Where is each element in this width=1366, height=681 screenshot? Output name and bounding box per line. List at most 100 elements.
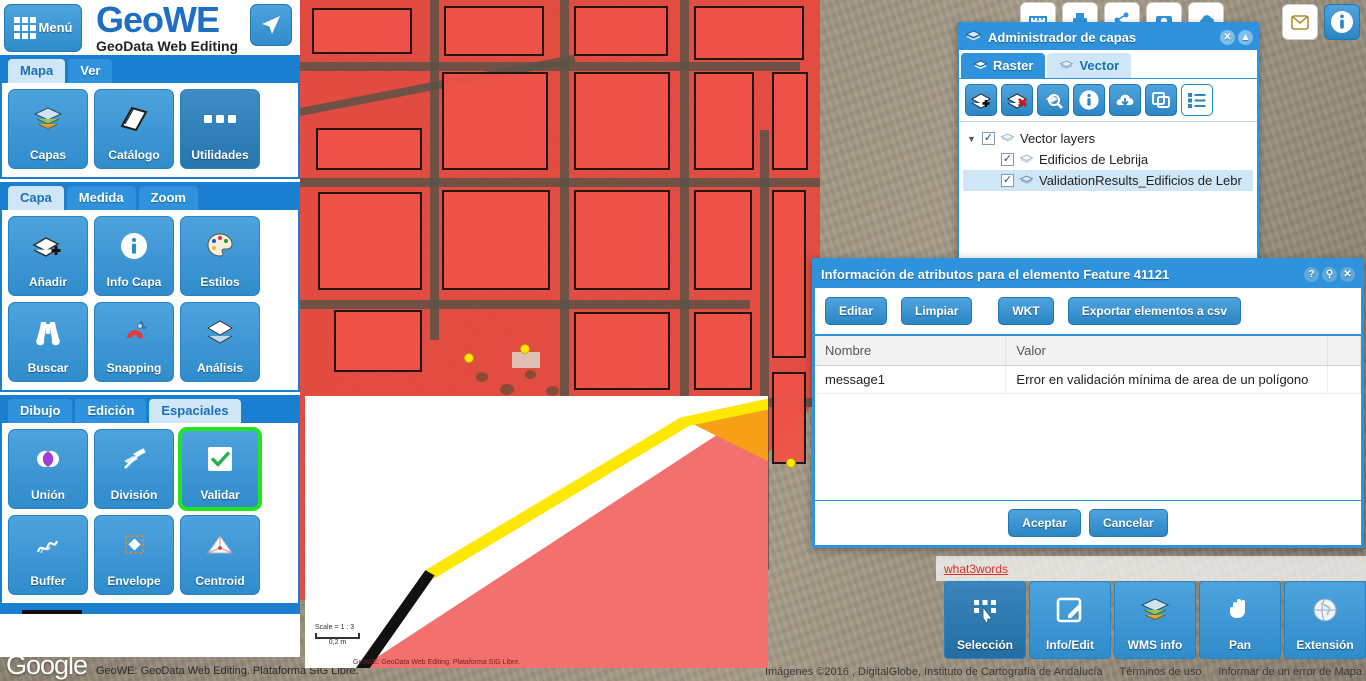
map-parcel: [694, 72, 754, 170]
layer-manager-dialog[interactable]: Administrador de capas ✕ ▲ Raster Vector: [957, 22, 1259, 260]
attribute-info-dialog[interactable]: Información de atributos para el element…: [812, 258, 1364, 548]
layer-manager-tabs[interactable]: Raster Vector: [959, 50, 1257, 79]
map-mode-toolbar: Selección Info/Edit WMS info Pan Extensi…: [944, 581, 1366, 659]
tabs-spatial-group[interactable]: Dibujo Edición Espaciales: [0, 395, 300, 423]
edit-square-icon: [1054, 582, 1086, 638]
button-buscar[interactable]: Buscar: [8, 302, 88, 382]
layer-tree[interactable]: ▼ ✓ Vector layers ✓ Edificios de Lebrija…: [959, 122, 1257, 258]
close-icon[interactable]: ✕: [1220, 30, 1235, 45]
tab-zoom[interactable]: Zoom: [139, 186, 198, 210]
edit-button[interactable]: Editar: [825, 297, 887, 325]
attribute-dialog-toolbar: Editar Limpiar WKT Exportar elementos a …: [815, 288, 1361, 336]
button-estilos[interactable]: Estilos: [180, 216, 260, 296]
layer-manager-toolbar[interactable]: [959, 79, 1257, 122]
wkt-button[interactable]: WKT: [998, 297, 1053, 325]
button-analisis-label: Análisis: [197, 361, 243, 375]
tab-vector[interactable]: Vector: [1047, 53, 1131, 78]
layer-manager-window-controls[interactable]: ✕ ▲: [1220, 30, 1253, 45]
button-estilos-label: Estilos: [200, 275, 239, 289]
help-icon[interactable]: ?: [1304, 267, 1319, 282]
clear-button[interactable]: Limpiar: [901, 297, 972, 325]
cancel-button[interactable]: Cancelar: [1089, 509, 1168, 537]
layer-checkbox[interactable]: ✓: [1001, 153, 1014, 166]
button-validar[interactable]: Validar: [180, 429, 260, 509]
close-icon[interactable]: ✕: [1340, 267, 1355, 282]
map-parcel: [444, 6, 544, 56]
tool-seleccion[interactable]: Selección: [944, 581, 1026, 659]
button-union[interactable]: Unión: [8, 429, 88, 509]
button-envelope[interactable]: Envelope: [94, 515, 174, 595]
layer-tree-node-root[interactable]: ▼ ✓ Vector layers: [963, 128, 1253, 149]
button-catalogo[interactable]: Catálogo: [94, 89, 174, 169]
map-parcel: [574, 6, 668, 56]
tabs-layer-group[interactable]: Capa Medida Zoom: [0, 182, 300, 210]
button-info-capa[interactable]: Info Capa: [94, 216, 174, 296]
layer-search-icon[interactable]: [1037, 84, 1069, 116]
tool-pan[interactable]: Pan: [1199, 581, 1281, 659]
grid-menu-icon: [14, 17, 36, 39]
tool-extension[interactable]: Extensión: [1284, 581, 1366, 659]
feature-vertex[interactable]: [520, 344, 530, 354]
attribute-dialog-titlebar[interactable]: Información de atributos para el element…: [815, 261, 1361, 288]
button-buffer[interactable]: Buffer: [8, 515, 88, 595]
imagery-attribution: Imágenes ©2016 , DigitalGlobe, Instituto…: [765, 666, 1103, 678]
layer-checkbox[interactable]: ✓: [1001, 174, 1014, 187]
tab-raster[interactable]: Raster: [961, 53, 1045, 78]
delete-layer-icon[interactable]: [1001, 84, 1033, 116]
button-utilidades[interactable]: Utilidades: [180, 89, 260, 169]
chevron-down-icon[interactable]: ▼: [967, 134, 977, 144]
tool-info-edit[interactable]: Info/Edit: [1029, 581, 1111, 659]
tab-ver[interactable]: Ver: [68, 59, 112, 83]
layer-tree-node-validationresults[interactable]: ✓ ValidationResults_Edificios de Lebr: [963, 170, 1253, 191]
terms-of-use-link[interactable]: Términos de uso: [1120, 666, 1202, 678]
layer-info-icon[interactable]: [1073, 84, 1105, 116]
button-centroid[interactable]: Centroid: [180, 515, 260, 595]
button-snapping[interactable]: Snapping: [94, 302, 174, 382]
map-scale-bar: [22, 609, 82, 614]
button-union-label: Unión: [31, 488, 65, 502]
layer-list-icon[interactable]: [1181, 84, 1213, 116]
what3words-link[interactable]: what3words: [944, 562, 1008, 576]
table-row[interactable]: message1 Error en validación mínima de a…: [815, 366, 1361, 394]
button-anadir[interactable]: Añadir: [8, 216, 88, 296]
layer-manager-titlebar[interactable]: Administrador de capas ✕ ▲: [959, 24, 1257, 50]
map-vegetation: [525, 370, 536, 379]
feature-zoom-inset[interactable]: Scale = 1 : 3 0,2 m GeoWE: GeoData Web E…: [305, 396, 768, 668]
cell-valor: Error en validación mínima de area de un…: [1006, 366, 1328, 394]
pin-icon[interactable]: ⚲: [1322, 267, 1337, 282]
tab-capa[interactable]: Capa: [8, 186, 64, 210]
inset-scale-distance: 0,2 m: [315, 639, 360, 646]
button-division[interactable]: División: [94, 429, 174, 509]
tab-vector-label: Vector: [1079, 58, 1119, 73]
map-corner-icons[interactable]: [1282, 4, 1360, 40]
accept-button[interactable]: Aceptar: [1008, 509, 1081, 537]
tab-edicion[interactable]: Edición: [75, 399, 146, 423]
layer-tree-label: ValidationResults_Edificios de Lebr: [1039, 173, 1242, 188]
download-layer-icon[interactable]: [1109, 84, 1141, 116]
feature-vertex[interactable]: [786, 458, 796, 468]
tool-extension-label: Extensión: [1296, 638, 1353, 652]
tab-espaciales[interactable]: Espaciales: [149, 399, 240, 423]
report-map-error-link[interactable]: Informar de un error de Mapa: [1218, 666, 1362, 678]
bookmark-icon[interactable]: [1282, 4, 1318, 40]
locate-me-button[interactable]: [250, 4, 292, 46]
export-csv-button[interactable]: Exportar elementos a csv: [1068, 297, 1241, 325]
layer-tree-node-edificios[interactable]: ✓ Edificios de Lebrija: [963, 149, 1253, 170]
tab-medida[interactable]: Medida: [67, 186, 136, 210]
info-icon[interactable]: [1324, 4, 1360, 40]
tabs-map-group[interactable]: Mapa Ver: [0, 55, 300, 83]
map-building-roof: [512, 352, 540, 368]
add-layer-icon[interactable]: [965, 84, 997, 116]
copy-layer-icon[interactable]: [1145, 84, 1177, 116]
attribute-table-container[interactable]: Nombre Valor message1 Error en validació…: [815, 336, 1361, 500]
button-analisis[interactable]: Análisis: [180, 302, 260, 382]
button-capas[interactable]: Capas: [8, 89, 88, 169]
feature-vertex[interactable]: [464, 353, 474, 363]
tool-wms-info[interactable]: WMS info: [1114, 581, 1196, 659]
tab-dibujo[interactable]: Dibujo: [8, 399, 72, 423]
layer-checkbox[interactable]: ✓: [982, 132, 995, 145]
tab-mapa[interactable]: Mapa: [8, 59, 65, 83]
collapse-icon[interactable]: ▲: [1238, 30, 1253, 45]
inset-credit: GeoWE: GeoData Web Editing. Plataforma S…: [353, 659, 520, 666]
menu-button[interactable]: Menú: [4, 4, 82, 52]
